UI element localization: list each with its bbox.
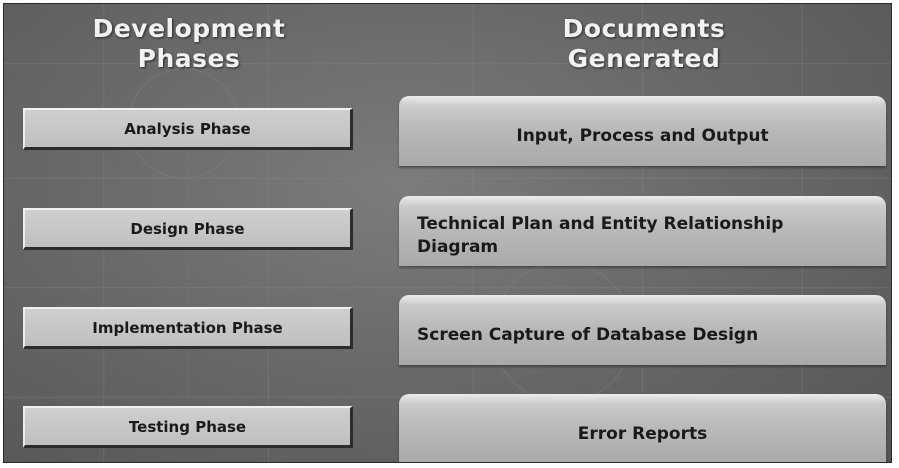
document-box-input-process-output: Input, Process and Output (399, 96, 886, 166)
document-box-technical-plan: Technical Plan and Entity Relationship D… (399, 196, 886, 266)
documents-generated-header: Documents Generated (494, 14, 794, 74)
header-line: Development (92, 14, 286, 43)
phase-box-testing: Testing Phase (23, 406, 353, 448)
document-box-screen-capture: Screen Capture of Database Design (399, 295, 886, 365)
header-line: Documents (562, 14, 726, 43)
header-line: Generated (567, 44, 721, 73)
phase-box-analysis: Analysis Phase (23, 108, 353, 150)
document-box-error-reports: Error Reports (399, 394, 886, 462)
phase-box-design: Design Phase (23, 208, 353, 250)
development-phases-header: Development Phases (44, 14, 334, 74)
slide-canvas: Development Phases Documents Generated A… (3, 3, 892, 463)
header-line: Phases (137, 44, 241, 73)
phase-box-implementation: Implementation Phase (23, 307, 353, 349)
